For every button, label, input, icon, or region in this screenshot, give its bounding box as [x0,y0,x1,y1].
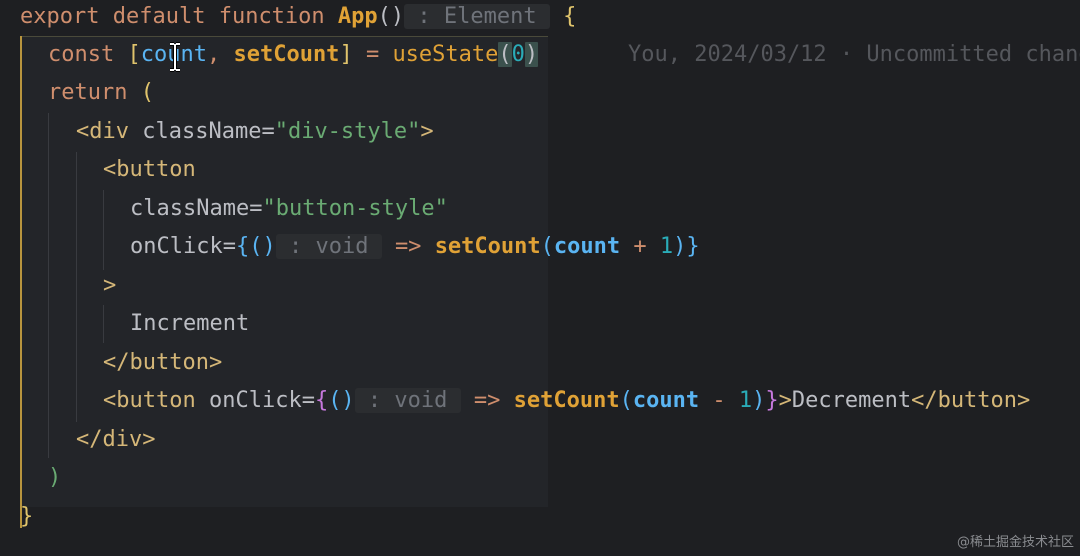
code-line-4[interactable]: <div className="div-style"> [76,113,434,152]
indent-guide [103,190,104,270]
code-line-5[interactable]: <button [103,151,196,190]
arrow-params: () [249,234,276,259]
bracket-close: ] [339,42,353,67]
call-paren-close: ) [673,234,687,259]
function-usestate: useState [392,42,499,67]
indent-guide [48,113,49,458]
tag-button-open: <button [103,388,196,413]
tag-button-close: </button> [103,350,223,375]
button-text-decrement: Decrement [791,388,912,413]
attr-equals: = [249,196,263,221]
call-paren-open: ( [619,388,633,413]
equals-operator: = [365,42,380,67]
return-type-hint: : void [275,234,382,259]
tag-close-bracket: > [778,388,792,413]
call-paren-close: ) [752,388,766,413]
code-line-10[interactable]: </button> [103,344,222,383]
code-line-7[interactable]: onClick={() : void => setCount(count + 1… [130,228,700,267]
jsx-brace-open: { [314,388,329,413]
indent-guide [76,152,77,422]
code-line-1[interactable]: export default function App() : Element … [20,0,576,37]
code-line-8[interactable]: > [103,267,116,306]
code-line-2[interactable]: const [count, setCount] = useState(0) [48,36,539,75]
comma: , [206,42,221,67]
paren-close: ) [48,465,62,490]
code-line-3[interactable]: return ( [48,74,154,113]
tag-close-bracket: > [420,119,434,144]
keyword-export: export [20,4,100,29]
variable-count: count [632,388,700,413]
plus-operator: + [633,234,647,259]
function-name-app: App [337,4,378,29]
code-editor[interactable]: export default function App() : Element … [0,0,1080,556]
attr-classname: className [130,196,250,221]
code-line-6[interactable]: className="button-style" [130,190,448,229]
call-paren-open: ( [540,234,554,259]
tag-div-open: <div [76,119,129,144]
arrow-params: () [328,388,355,413]
variable-setcount: setCount [233,42,340,67]
keyword-const: const [48,42,115,67]
current-block-left-border [20,36,22,528]
code-line-12[interactable]: </div> [76,421,155,460]
return-type-hint: : Element [404,4,550,29]
jsx-brace-close: } [765,388,779,413]
paren-open: ( [498,42,512,67]
return-type-hint: : void [354,388,461,413]
text-cursor-icon [170,42,180,72]
attr-equals: = [261,119,275,144]
code-line-13[interactable]: ) [48,459,61,498]
keyword-default: default [112,4,206,29]
watermark: @稀土掘金技术社区 [956,535,1074,550]
call-setcount: setCount [513,388,620,413]
attr-equals: = [301,388,315,413]
code-line-9[interactable]: Increment [130,305,249,344]
indent-guide [103,305,104,343]
tag-button-open: <button [103,157,196,182]
tag-div-close: </div> [76,427,156,452]
variable-count: count [553,234,621,259]
attr-value-button-style: "button-style" [262,196,448,221]
code-line-11[interactable]: <button onClick={() : void => setCount(c… [103,382,1030,421]
paren-close: ) [524,42,539,67]
number-zero: 0 [511,42,525,67]
number-one: 1 [659,234,674,259]
call-setcount: setCount [434,234,541,259]
minus-operator: - [712,388,726,413]
attr-classname: className [142,119,262,144]
keyword-function: function [218,4,325,29]
paren-open: ( [140,80,154,105]
tag-button-close: </button> [911,388,1031,413]
attr-equals: = [222,234,236,259]
arrow-operator: => [394,234,422,259]
code-line-14[interactable]: } [20,498,33,537]
git-blame-annotation: You, 2024/03/12 · Uncommitted changes [628,42,1080,67]
close-brace: } [20,504,34,529]
function-parens: () [377,4,405,29]
attr-onclick: onClick [130,234,223,259]
number-one: 1 [738,388,753,413]
attr-onclick: onClick [208,388,302,413]
tag-close-bracket: > [103,273,117,298]
jsx-brace-close: } [686,234,700,259]
keyword-return: return [48,80,128,105]
button-text-increment: Increment [130,311,250,336]
bracket-open: [ [127,42,141,67]
open-brace: { [563,4,577,29]
jsx-brace-open: { [235,234,250,259]
arrow-operator: => [473,388,501,413]
attr-value-div-style: "div-style" [274,119,421,144]
